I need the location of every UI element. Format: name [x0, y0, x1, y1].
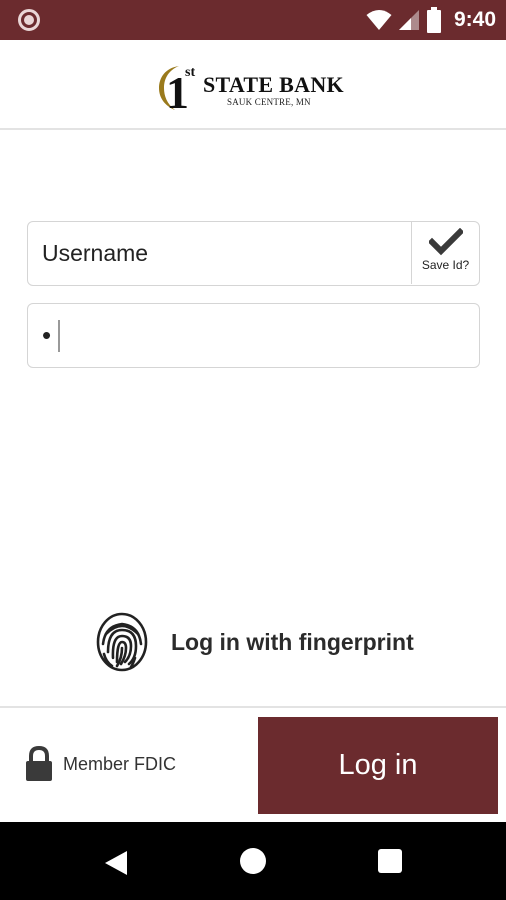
bottom-action-bar: Member FDIC Log in [0, 706, 506, 822]
login-button[interactable]: Log in [258, 717, 498, 814]
bank-logo: 1 st STATE BANK SAUK CENTRE, MN [157, 58, 353, 114]
password-field [27, 303, 480, 368]
app-header: 1 st STATE BANK SAUK CENTRE, MN [0, 40, 506, 130]
recents-icon[interactable] [378, 849, 402, 873]
save-id-toggle[interactable]: Save Id? [411, 222, 479, 284]
status-icons: 9:40 [366, 0, 496, 40]
save-id-label: Save Id? [421, 258, 470, 272]
bank-location: SAUK CENTRE, MN [227, 97, 311, 107]
system-nav-bar [0, 822, 506, 900]
bank-name: STATE BANK [203, 72, 344, 97]
home-icon[interactable] [240, 848, 266, 874]
circle-notification-icon [18, 9, 40, 31]
fingerprint-login-label: Log in with fingerprint [171, 628, 414, 655]
fingerprint-login-button[interactable]: Log in with fingerprint [95, 610, 414, 674]
text-caret [58, 320, 60, 352]
battery-icon [426, 7, 441, 33]
member-fdic-label: Member FDIC [63, 753, 177, 774]
member-fdic: Member FDIC [25, 746, 176, 782]
username-field: Save Id? [27, 221, 480, 286]
lock-icon [26, 746, 52, 781]
cell-signal-icon [398, 10, 419, 30]
password-input[interactable] [42, 304, 462, 366]
status-bar: 9:40 [0, 0, 506, 40]
logo-emblem: 1 st [159, 65, 195, 114]
status-time: 9:40 [453, 8, 496, 31]
checkmark-icon [428, 228, 463, 256]
wifi-icon [366, 10, 392, 30]
username-input[interactable] [42, 222, 412, 284]
back-icon[interactable] [103, 849, 129, 877]
logo-superscript: st [185, 65, 195, 80]
fingerprint-icon [96, 612, 148, 672]
